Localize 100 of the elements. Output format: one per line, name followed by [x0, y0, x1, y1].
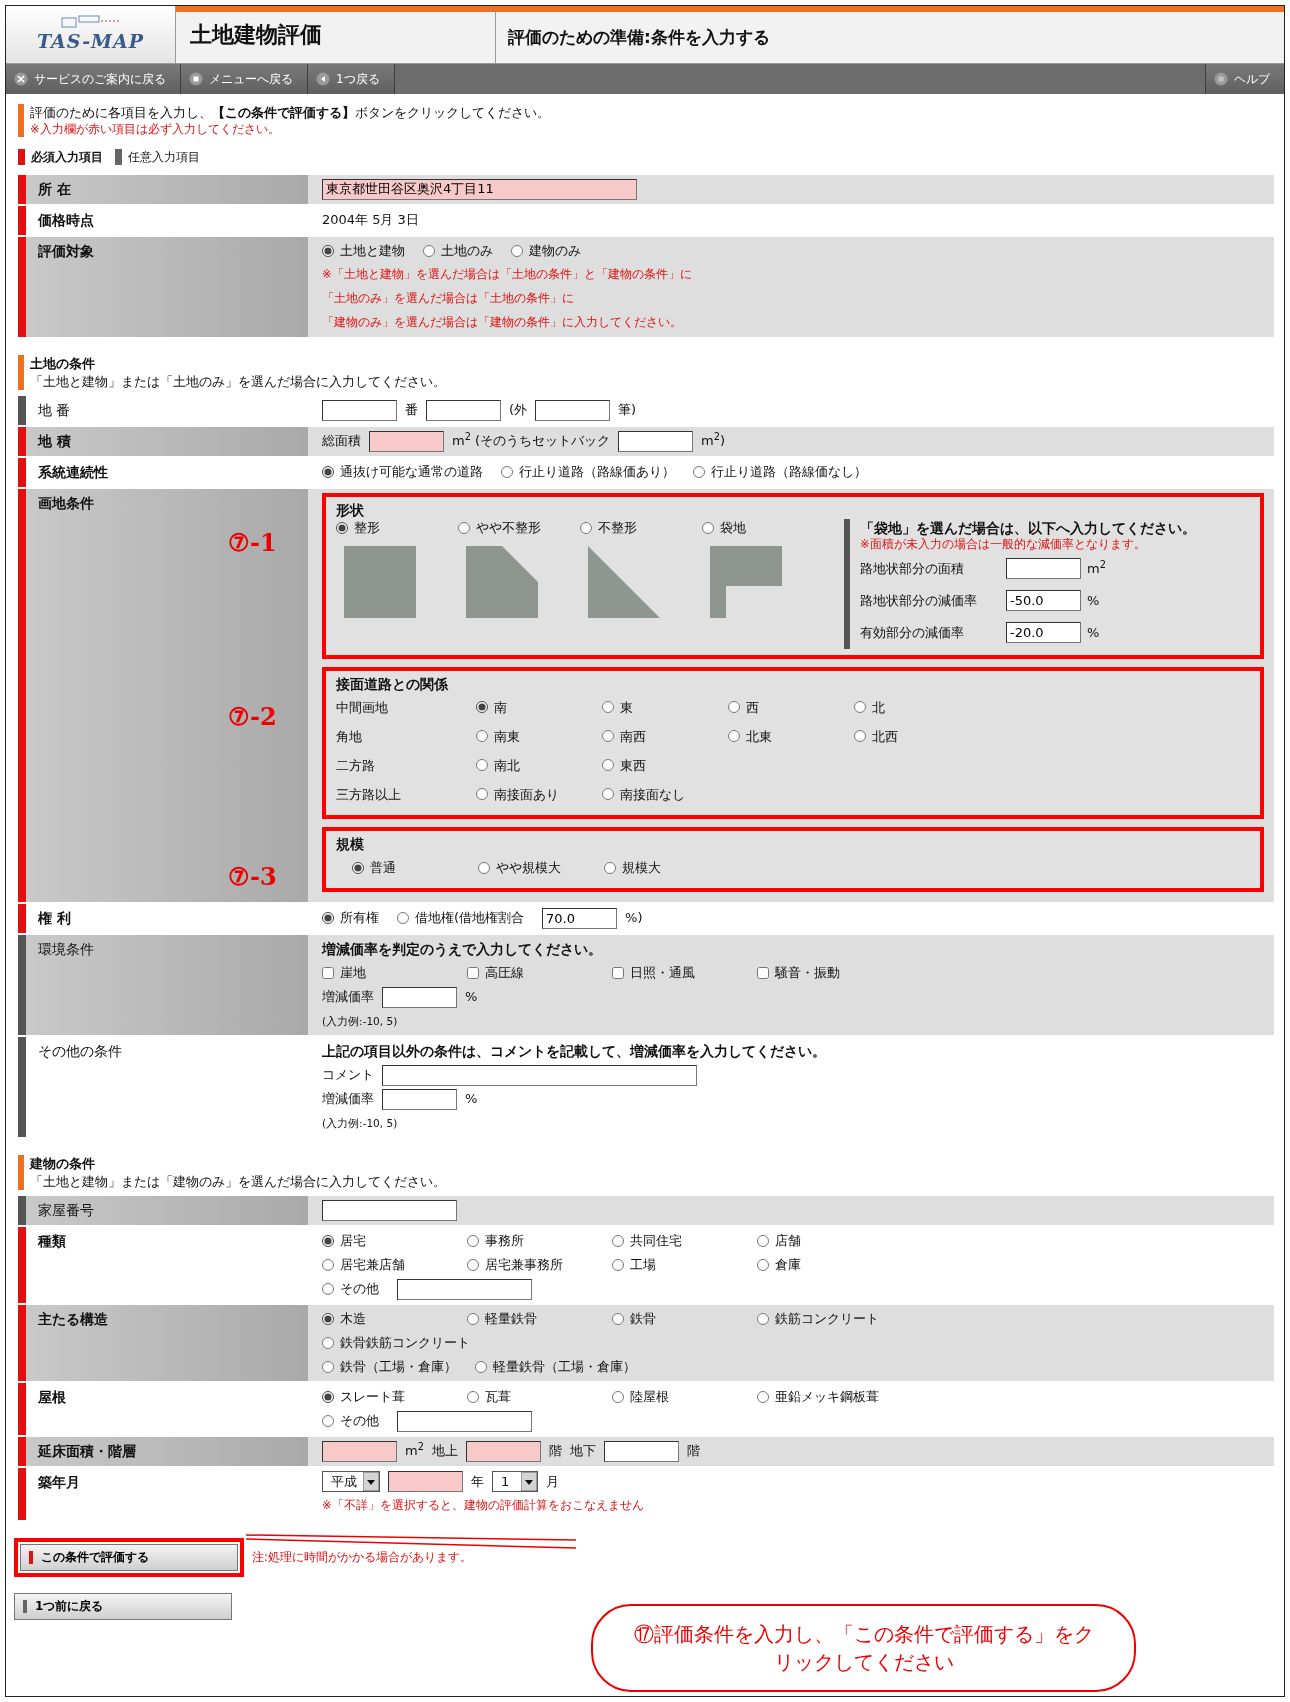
radio-button[interactable] — [322, 912, 334, 925]
option-label[interactable]: 鉄骨（工場・倉庫） — [340, 1358, 457, 1376]
option-label[interactable]: 北東 — [746, 727, 772, 746]
option-label[interactable]: その他 — [340, 1412, 379, 1430]
form-button[interactable]: この条件で評価する — [20, 1543, 238, 1571]
option-label[interactable]: 南西 — [620, 727, 646, 746]
radio-button[interactable] — [322, 1313, 334, 1326]
radio-button[interactable] — [693, 465, 705, 478]
radio-button[interactable] — [602, 759, 614, 772]
toolbar-button[interactable]: 1つ戻る — [308, 64, 395, 94]
option-label[interactable]: 工場 — [630, 1256, 656, 1274]
option-label[interactable]: 東 — [620, 698, 633, 717]
radio-button[interactable] — [322, 1337, 334, 1350]
option-label[interactable]: 西 — [746, 698, 759, 717]
option-label[interactable]: 日照・通風 — [630, 964, 695, 982]
radio-button[interactable] — [423, 245, 435, 257]
text-field[interactable] — [397, 1278, 532, 1300]
option-label[interactable]: 鉄骨 — [630, 1310, 656, 1328]
option-label[interactable]: 土地のみ — [441, 242, 493, 260]
radio-button[interactable] — [352, 861, 364, 874]
option-label[interactable]: 北西 — [872, 727, 898, 746]
option-label[interactable]: 行止り道路（路線価なし） — [711, 463, 867, 481]
radio-button[interactable] — [322, 1259, 334, 1272]
text-field[interactable]: -50.0 — [1006, 590, 1081, 612]
option-label[interactable]: 亜鉛メッキ鋼板葺 — [775, 1388, 879, 1406]
option-label[interactable]: 袋地 — [720, 519, 746, 537]
toolbar-button[interactable]: サービスのご案内に戻る — [6, 64, 181, 94]
option-label[interactable]: 軽量鉄骨 — [485, 1310, 537, 1328]
radio-button[interactable] — [757, 1259, 769, 1272]
option-label[interactable]: 居宅 — [340, 1232, 366, 1250]
option-label[interactable]: 通抜け可能な通常の道路 — [340, 463, 483, 481]
option-label[interactable]: 南接面あり — [494, 785, 559, 804]
text-field[interactable]: 70.0 — [542, 907, 618, 929]
option-label[interactable]: 倉庫 — [775, 1256, 801, 1274]
option-label[interactable]: 居宅兼事務所 — [485, 1256, 563, 1274]
checkbox[interactable] — [757, 967, 769, 980]
radio-button[interactable] — [336, 521, 348, 534]
option-label[interactable]: 居宅兼店舗 — [340, 1256, 405, 1274]
option-label[interactable]: 南東 — [494, 727, 520, 746]
text-field[interactable] — [388, 1471, 463, 1493]
radio-button[interactable] — [467, 1391, 479, 1404]
radio-button[interactable] — [322, 1415, 334, 1428]
radio-button[interactable] — [612, 1235, 624, 1248]
form-button[interactable]: 1つ前に戻る — [14, 1592, 232, 1620]
text-field[interactable] — [426, 399, 501, 421]
radio-button[interactable] — [757, 1235, 769, 1248]
checkbox[interactable] — [467, 967, 479, 980]
option-label[interactable]: 店舗 — [775, 1232, 801, 1250]
option-label[interactable]: 建物のみ — [529, 242, 581, 260]
radio-button[interactable] — [322, 1361, 334, 1374]
radio-button[interactable] — [604, 861, 616, 874]
radio-button[interactable] — [757, 1391, 769, 1404]
radio-button[interactable] — [322, 465, 334, 478]
radio-button[interactable] — [612, 1391, 624, 1404]
option-label[interactable]: 借地権(借地権割合 — [415, 909, 525, 927]
dropdown[interactable]: 1 — [492, 1471, 538, 1493]
option-label[interactable]: 南接面なし — [620, 785, 685, 804]
radio-button[interactable] — [854, 730, 866, 743]
option-label[interactable]: 南 — [494, 698, 507, 717]
option-label[interactable]: 北 — [872, 698, 885, 717]
radio-button[interactable] — [728, 701, 740, 714]
option-label[interactable]: 軽量鉄骨（工場・倉庫） — [493, 1358, 636, 1376]
radio-button[interactable] — [478, 861, 490, 874]
radio-button[interactable] — [322, 1391, 334, 1404]
radio-button[interactable] — [511, 245, 523, 257]
radio-button[interactable] — [728, 730, 740, 743]
radio-button[interactable] — [467, 1313, 479, 1326]
radio-button[interactable] — [322, 1283, 334, 1296]
text-field[interactable] — [382, 986, 457, 1008]
option-label[interactable]: 不整形 — [598, 519, 637, 537]
option-label[interactable]: 崖地 — [340, 964, 366, 982]
option-label[interactable]: 整形 — [354, 519, 380, 537]
radio-button[interactable] — [458, 521, 470, 534]
option-label[interactable]: 行止り道路（路線価あり） — [519, 463, 675, 481]
option-label[interactable]: 事務所 — [485, 1232, 524, 1250]
option-label[interactable]: 南北 — [494, 756, 520, 775]
radio-button[interactable] — [476, 788, 488, 801]
text-field[interactable] — [618, 430, 694, 452]
option-label[interactable]: やや規模大 — [496, 858, 561, 877]
radio-button[interactable] — [476, 759, 488, 772]
text-field[interactable] — [382, 1064, 697, 1086]
text-field[interactable] — [322, 399, 397, 421]
radio-button[interactable] — [602, 701, 614, 714]
option-label[interactable]: 騒音・振動 — [775, 964, 840, 982]
radio-button[interactable] — [757, 1313, 769, 1326]
option-label[interactable]: 共同住宅 — [630, 1232, 682, 1250]
option-label[interactable]: 鉄筋コンクリート — [775, 1310, 879, 1328]
option-label[interactable]: 普通 — [370, 858, 396, 877]
radio-button[interactable] — [612, 1259, 624, 1272]
option-label[interactable]: 高圧線 — [485, 964, 524, 982]
text-field[interactable] — [322, 1199, 457, 1221]
option-label[interactable]: 瓦葺 — [485, 1388, 511, 1406]
option-label[interactable]: 鉄骨鉄筋コンクリート — [340, 1334, 470, 1352]
option-label[interactable]: 所有権 — [340, 909, 379, 927]
text-field[interactable]: 東京都世田谷区奥沢4丁目11 — [322, 178, 637, 200]
text-field[interactable] — [535, 399, 611, 421]
text-field[interactable] — [369, 430, 444, 452]
radio-button[interactable] — [467, 1235, 479, 1248]
option-label[interactable]: 土地と建物 — [340, 242, 405, 260]
radio-button[interactable] — [476, 730, 488, 743]
